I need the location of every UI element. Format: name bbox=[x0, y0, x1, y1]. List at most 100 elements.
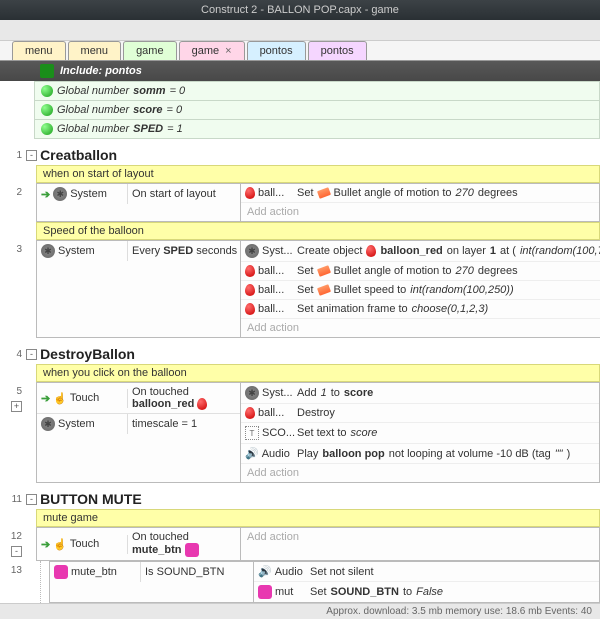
group-header[interactable]: 11 - BUTTON MUTE bbox=[0, 483, 600, 509]
global-var[interactable]: Global number score = 0 bbox=[34, 101, 600, 120]
t: Syst... bbox=[262, 245, 293, 257]
t: to bbox=[331, 387, 340, 399]
obj-name: System bbox=[58, 245, 95, 257]
title-bar: Construct 2 - BALLON POP.capx - game bbox=[0, 0, 600, 20]
trigger-icon: ➔ bbox=[41, 392, 50, 405]
gv-label: Global number bbox=[57, 123, 129, 135]
tab-pontos[interactable]: pontos bbox=[247, 41, 306, 60]
expand-icon[interactable]: + bbox=[11, 401, 22, 412]
gv-val: = 1 bbox=[167, 123, 183, 135]
t: Bullet angle of motion to bbox=[334, 187, 452, 199]
t: Add bbox=[297, 387, 317, 399]
event-number: 2 bbox=[0, 183, 26, 222]
t: at ( bbox=[500, 245, 516, 257]
tree-line bbox=[40, 561, 49, 603]
collapse-icon[interactable]: - bbox=[26, 494, 37, 505]
conditions[interactable]: mute_btn Is SOUND_BTN bbox=[49, 561, 254, 603]
include-icon bbox=[40, 64, 54, 78]
actions[interactable]: Syst...Add 1 to score ball...Destroy TSC… bbox=[241, 382, 600, 483]
event-row[interactable]: 3 System Every SPED seconds Syst...Creat… bbox=[0, 240, 600, 338]
t: degrees bbox=[478, 187, 518, 199]
gear-icon bbox=[245, 244, 259, 258]
text-icon: T bbox=[245, 426, 259, 440]
mute-icon bbox=[258, 585, 272, 599]
t: balloon_red bbox=[132, 398, 194, 410]
event-number: 12 bbox=[11, 531, 22, 542]
group-header[interactable]: 1 - Creatballon bbox=[0, 139, 600, 165]
balloon-icon bbox=[245, 303, 255, 315]
t: Set text to bbox=[297, 427, 347, 439]
gv-val: = 0 bbox=[170, 85, 186, 97]
t: On touched bbox=[132, 386, 189, 398]
event-number: 5 bbox=[16, 386, 22, 397]
event-number: 4 bbox=[0, 349, 26, 360]
gv-name: score bbox=[133, 104, 162, 116]
t: 270 bbox=[456, 265, 474, 277]
t: mut bbox=[275, 586, 293, 598]
conditions[interactable]: ➔☝Touch On touched mute_btn bbox=[36, 527, 241, 561]
add-action[interactable]: Add action bbox=[241, 203, 599, 221]
t: 1 bbox=[321, 387, 327, 399]
event-row[interactable]: 12 - ➔☝Touch On touched mute_btn Add acti… bbox=[0, 527, 600, 561]
tab-game[interactable]: game bbox=[123, 41, 177, 60]
global-var[interactable]: Global number somm = 0 bbox=[34, 81, 600, 101]
balloon-icon bbox=[245, 407, 255, 419]
t: Bullet speed to bbox=[334, 284, 407, 296]
t: 1 bbox=[191, 418, 197, 430]
actions[interactable]: Syst...Create object balloon_red on laye… bbox=[241, 240, 600, 338]
global-var[interactable]: Global number SPED = 1 bbox=[34, 120, 600, 139]
conditions[interactable]: ➔☝Touch On touched balloon_red System ti… bbox=[36, 382, 241, 483]
eraser-icon bbox=[317, 187, 331, 199]
t: Set bbox=[297, 284, 314, 296]
comment[interactable]: when you click on the balloon bbox=[36, 364, 600, 382]
tab-menu[interactable]: menu bbox=[12, 41, 66, 60]
tab-game-active[interactable]: game× bbox=[179, 41, 245, 60]
event-row[interactable]: 2 ➔System On start of layout ball...Set … bbox=[0, 183, 600, 222]
gear-icon bbox=[41, 417, 55, 431]
actions[interactable]: 🔊AudioSet not silent mutSet SOUND_BTN to… bbox=[254, 561, 600, 603]
t: ball... bbox=[258, 407, 284, 419]
event-row[interactable]: 13 mute_btn Is SOUND_BTN 🔊AudioSet not s… bbox=[0, 561, 600, 603]
event-row[interactable]: 5 + ➔☝Touch On touched balloon_red System… bbox=[0, 382, 600, 483]
t: 1 bbox=[490, 245, 496, 257]
audio-icon: 🔊 bbox=[245, 447, 259, 460]
t: Set bbox=[297, 265, 314, 277]
add-action[interactable]: Add action bbox=[241, 464, 599, 482]
conditions[interactable]: System Every SPED seconds bbox=[36, 240, 241, 338]
group-header[interactable]: 4 - DestroyBallon bbox=[0, 338, 600, 364]
collapse-icon[interactable]: - bbox=[11, 546, 22, 557]
condition-text: On start of layout bbox=[128, 185, 240, 203]
t: balloon_red bbox=[380, 245, 442, 257]
actions[interactable]: ball...Set Bullet angle of motion to 270… bbox=[241, 183, 600, 222]
add-action[interactable]: Add action bbox=[241, 319, 600, 337]
comment[interactable]: when on start of layout bbox=[36, 165, 600, 183]
actions[interactable]: Add action bbox=[241, 527, 600, 561]
t: Create object bbox=[297, 245, 362, 257]
gear-icon bbox=[53, 187, 67, 201]
t: Audio bbox=[275, 566, 303, 578]
comment[interactable]: Speed of the balloon bbox=[36, 222, 600, 240]
tab-menu-layout[interactable]: menu bbox=[68, 41, 122, 60]
event-number: 13 bbox=[0, 561, 26, 603]
obj-name: mute_btn bbox=[71, 566, 117, 578]
tab-pontos-layout[interactable]: pontos bbox=[308, 41, 367, 60]
collapse-icon[interactable]: - bbox=[26, 349, 37, 360]
balloon-icon bbox=[245, 284, 255, 296]
t: 270 bbox=[456, 187, 474, 199]
t: int(random(100,700)) bbox=[520, 245, 600, 257]
t: On touched bbox=[132, 531, 189, 543]
act-obj: ball... bbox=[258, 187, 284, 199]
balloon-icon bbox=[245, 265, 255, 277]
t: Set animation frame to bbox=[297, 303, 408, 315]
include-header[interactable]: Include: pontos bbox=[0, 61, 600, 81]
t: SCO... bbox=[262, 427, 295, 439]
gv-label: Global number bbox=[57, 104, 129, 116]
close-icon[interactable]: × bbox=[225, 45, 231, 57]
event-number: 11 bbox=[0, 494, 26, 505]
mute-icon bbox=[54, 565, 68, 579]
comment[interactable]: mute game bbox=[36, 509, 600, 527]
collapse-icon[interactable]: - bbox=[26, 150, 37, 161]
conditions[interactable]: ➔System On start of layout bbox=[36, 183, 241, 222]
add-action[interactable]: Add action bbox=[241, 528, 599, 546]
t: choose(0,1,2,3) bbox=[412, 303, 488, 315]
